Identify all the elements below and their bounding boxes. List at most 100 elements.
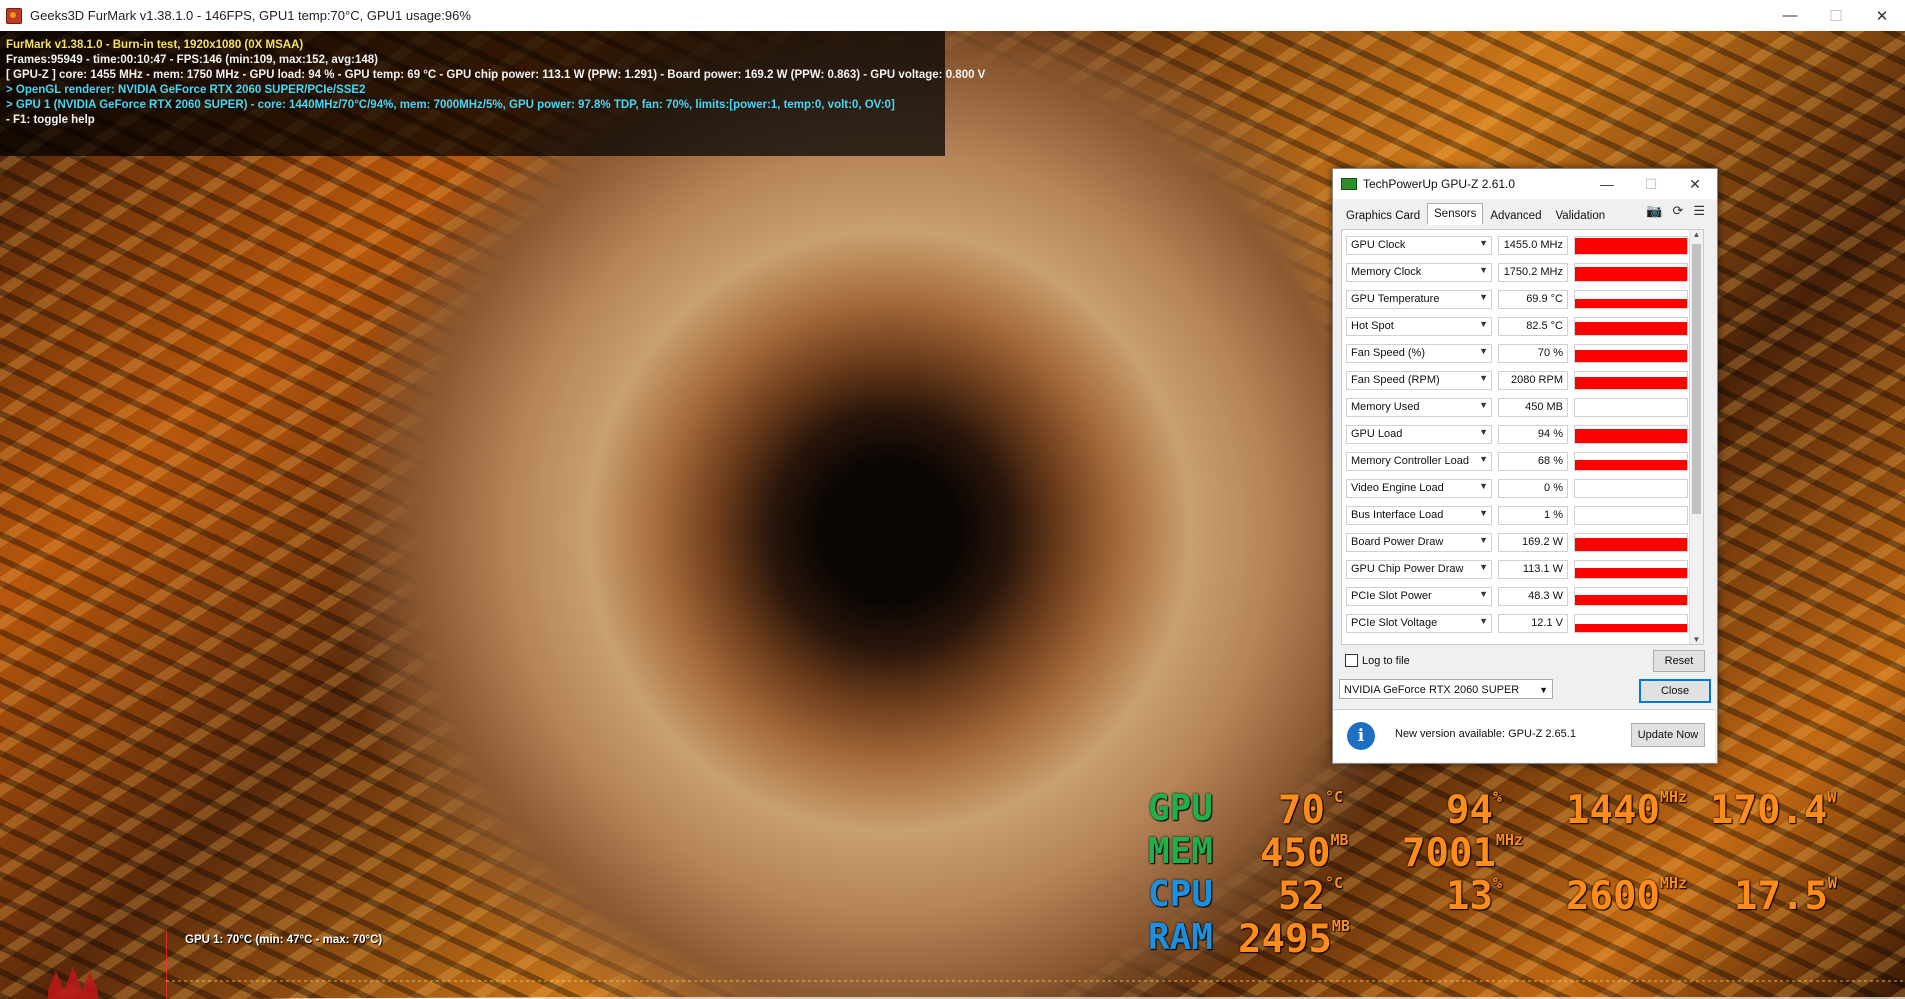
sensor-value: 69.9 °C (1498, 290, 1568, 309)
sensor-name-dropdown[interactable]: Board Power Draw ▼ (1346, 533, 1492, 552)
chevron-down-icon: ▼ (1479, 292, 1488, 302)
sensor-name: Memory Used (1351, 401, 1420, 413)
sensor-name-dropdown[interactable]: GPU Temperature ▼ (1346, 290, 1492, 309)
sensor-name-dropdown[interactable]: Memory Controller Load ▼ (1346, 452, 1492, 471)
info-help-line: - F1: toggle help (6, 114, 95, 126)
sensor-value: 113.1 W (1498, 560, 1568, 579)
sensor-row: Video Engine Load ▼ 0 % (1342, 477, 1690, 501)
hud-cpu-power: 17.5W (1734, 874, 1837, 919)
sensor-row: Fan Speed (RPM) ▼ 2080 RPM (1342, 369, 1690, 393)
camera-icon[interactable]: 📷 (1646, 203, 1662, 219)
close-button-gpuz[interactable]: Close (1639, 679, 1711, 703)
hud-gpu-label: GPU (1148, 788, 1214, 829)
sensor-name-dropdown[interactable]: GPU Chip Power Draw ▼ (1346, 560, 1492, 579)
sensor-name: Bus Interface Load (1351, 509, 1444, 521)
sensor-graph (1574, 425, 1688, 444)
sensor-row: Memory Used ▼ 450 MB (1342, 396, 1690, 420)
scrollbar-thumb[interactable] (1692, 244, 1701, 514)
sensor-graph (1574, 344, 1688, 363)
sensor-value: 169.2 W (1498, 533, 1568, 552)
sensor-value: 1455.0 MHz (1498, 236, 1568, 255)
tab-sensors[interactable]: Sensors (1427, 203, 1484, 225)
update-text: New version available: GPU-Z 2.65.1 (1395, 728, 1576, 740)
gpuz-window-controls: — ☐ ✕ (1585, 169, 1717, 199)
sensor-row: Hot Spot ▼ 82.5 °C (1342, 315, 1690, 339)
window-title: Geeks3D FurMark v1.38.1.0 - 146FPS, GPU1… (30, 8, 471, 23)
menu-icon[interactable]: ☰ (1693, 203, 1705, 219)
tab-graphics-card[interactable]: Graphics Card (1339, 205, 1427, 227)
refresh-icon[interactable]: ⟳ (1672, 203, 1683, 219)
sensor-name-dropdown[interactable]: Hot Spot ▼ (1346, 317, 1492, 336)
hud-ram-label: RAM (1148, 917, 1214, 958)
sensor-graph-fill (1575, 459, 1687, 470)
sensor-row: GPU Load ▼ 94 % (1342, 423, 1690, 447)
sensor-name-dropdown[interactable]: GPU Load ▼ (1346, 425, 1492, 444)
sensor-graph (1574, 398, 1688, 417)
sensor-graph-fill (1575, 429, 1687, 443)
info-renderer-line: > OpenGL renderer: NVIDIA GeForce RTX 20… (6, 84, 366, 96)
update-now-button[interactable]: Update Now (1631, 723, 1705, 747)
hud-mem-clock: 7001MHz (1402, 831, 1524, 876)
hud-ram-used: 2495MB (1238, 917, 1350, 962)
scroll-up-icon[interactable]: ▲ (1690, 230, 1703, 239)
tab-advanced[interactable]: Advanced (1483, 205, 1548, 227)
sensor-name: Memory Clock (1351, 266, 1422, 278)
sensor-graph (1574, 479, 1688, 498)
sensor-name-dropdown[interactable]: Memory Used ▼ (1346, 398, 1492, 417)
close-button[interactable]: ✕ (1859, 0, 1905, 31)
gpu-temperature-graph (166, 931, 1905, 999)
chevron-down-icon: ▼ (1479, 427, 1488, 437)
hud-gpu-temp: 70°C (1278, 788, 1344, 833)
sensor-graph (1574, 614, 1688, 633)
chevron-down-icon: ▼ (1539, 685, 1548, 695)
sensor-name-dropdown[interactable]: PCIe Slot Power ▼ (1346, 587, 1492, 606)
update-banner: i New version available: GPU-Z 2.65.1 Up… (1333, 709, 1715, 762)
maximize-button[interactable]: ☐ (1813, 0, 1859, 31)
log-to-file-checkbox[interactable] (1345, 654, 1358, 667)
sensor-name: Video Engine Load (1351, 482, 1444, 494)
gpuz-close-icon-button[interactable]: ✕ (1673, 169, 1717, 199)
gpuz-maximize-button[interactable]: ☐ (1629, 169, 1673, 199)
sensor-row: GPU Temperature ▼ 69.9 °C (1342, 288, 1690, 312)
info-gpuz-line: [ GPU-Z ] core: 1455 MHz - mem: 1750 MHz… (6, 69, 986, 81)
scroll-down-icon[interactable]: ▼ (1690, 635, 1703, 644)
sensor-name-dropdown[interactable]: Fan Speed (%) ▼ (1346, 344, 1492, 363)
hud-cpu-label: CPU (1148, 874, 1214, 915)
hud-mem-label: MEM (1148, 831, 1214, 872)
sensor-value: 12.1 V (1498, 614, 1568, 633)
sensor-graph-fill (1575, 624, 1687, 632)
sensor-list-scrollbar[interactable]: ▲ ▼ (1689, 230, 1703, 644)
sensor-graph-fill (1575, 538, 1687, 551)
sensor-graph (1574, 263, 1688, 282)
hud-cpu-clock: 2600MHz (1566, 874, 1688, 919)
sensor-name: GPU Load (1351, 428, 1403, 440)
sensor-value: 1750.2 MHz (1498, 263, 1568, 282)
device-select[interactable]: NVIDIA GeForce RTX 2060 SUPER ▼ (1339, 679, 1553, 699)
chevron-down-icon: ▼ (1479, 238, 1488, 248)
sensor-name-dropdown[interactable]: Fan Speed (RPM) ▼ (1346, 371, 1492, 390)
sensor-name-dropdown[interactable]: Video Engine Load ▼ (1346, 479, 1492, 498)
sensor-row: Bus Interface Load ▼ 1 % (1342, 504, 1690, 528)
sensor-graph-fill (1575, 594, 1687, 605)
sensor-value: 82.5 °C (1498, 317, 1568, 336)
sensor-graph-fill (1575, 322, 1687, 335)
sensor-graph (1574, 371, 1688, 390)
sensor-graph-fill (1575, 377, 1687, 389)
sensor-graph-fill (1575, 350, 1687, 362)
tab-validation[interactable]: Validation (1548, 205, 1612, 227)
chevron-down-icon: ▼ (1479, 400, 1488, 410)
reset-button[interactable]: Reset (1653, 650, 1705, 672)
sensor-row: PCIe Slot Power ▼ 48.3 W (1342, 585, 1690, 609)
gpu-temp-graph-label: GPU 1: 70°C (min: 47°C - max: 70°C) (185, 934, 383, 946)
sensor-name-dropdown[interactable]: PCIe Slot Voltage ▼ (1346, 614, 1492, 633)
hud-cpu-load: 13% (1446, 874, 1502, 919)
sensor-name-dropdown[interactable]: Bus Interface Load ▼ (1346, 506, 1492, 525)
minimize-button[interactable]: — (1767, 0, 1813, 31)
sensor-row: GPU Chip Power Draw ▼ 113.1 W (1342, 558, 1690, 582)
info-gpu1-line: > GPU 1 (NVIDIA GeForce RTX 2060 SUPER) … (6, 99, 895, 111)
sensor-name-dropdown[interactable]: GPU Clock ▼ (1346, 236, 1492, 255)
sensor-name-dropdown[interactable]: Memory Clock ▼ (1346, 263, 1492, 282)
sensor-value: 1 % (1498, 506, 1568, 525)
info-frames-line: Frames:95949 - time:00:10:47 - FPS:146 (… (6, 54, 379, 66)
gpuz-minimize-button[interactable]: — (1585, 169, 1629, 199)
